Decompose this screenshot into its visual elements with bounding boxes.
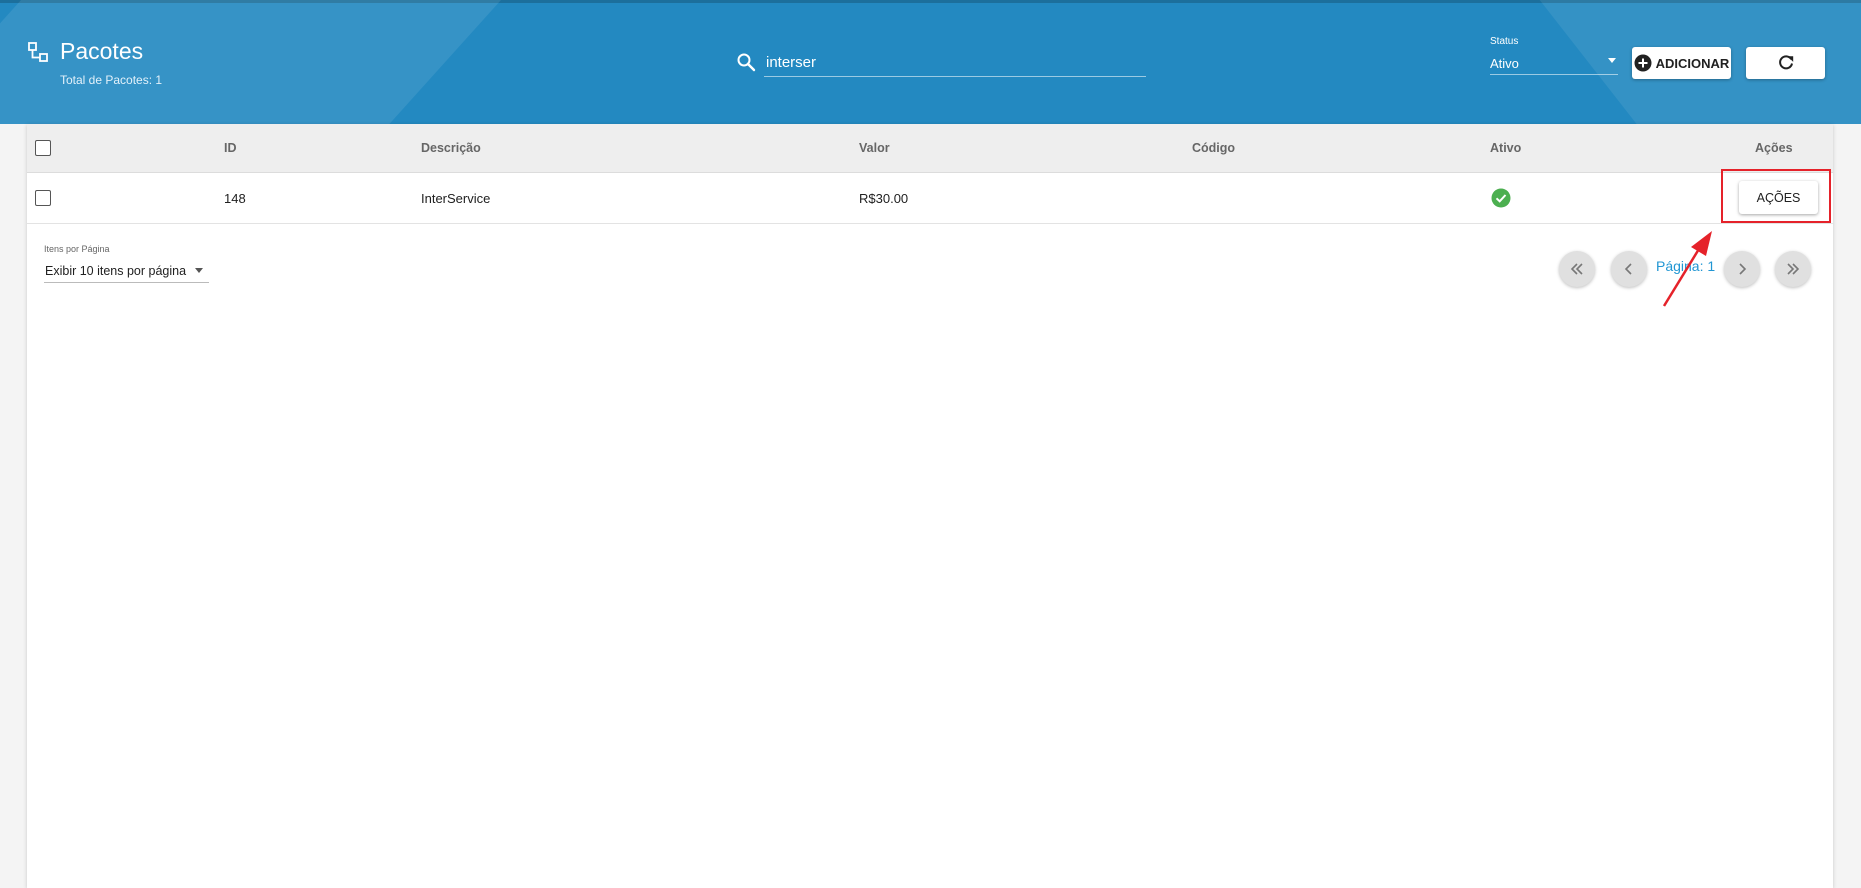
select-all-cell — [35, 124, 51, 172]
app-header: Pacotes Total de Pacotes: 1 Status Ativo… — [0, 0, 1861, 124]
chevron-down-icon — [195, 268, 203, 273]
table-row: 148 InterService R$30.00 AÇÕES — [27, 173, 1833, 224]
select-all-checkbox[interactable] — [35, 140, 51, 156]
search-input[interactable] — [764, 48, 1146, 77]
prev-page-icon — [1624, 263, 1632, 275]
refresh-icon — [1778, 55, 1793, 70]
column-header-codigo[interactable]: Código — [1192, 124, 1235, 172]
cell-ativo — [1491, 173, 1511, 223]
current-page-indicator: Página: 1 — [1656, 258, 1716, 274]
cell-valor: R$30.00 — [859, 190, 909, 206]
items-per-page-label: Itens por Página — [44, 244, 110, 254]
row-select-cell — [35, 173, 51, 223]
chevron-down-icon — [1608, 58, 1616, 63]
column-header-descricao[interactable]: Descrição — [421, 124, 481, 172]
add-circle-icon — [1634, 54, 1652, 72]
cell-descricao: InterService — [421, 190, 491, 206]
refresh-button[interactable] — [1746, 47, 1825, 79]
column-header-acoes: Ações — [1755, 141, 1793, 155]
packages-panel: ID Descrição Valor Código Ativo Ações 14… — [27, 124, 1833, 888]
table-header: ID Descrição Valor Código Ativo Ações — [27, 124, 1833, 173]
packages-total: Total de Pacotes: 1 — [60, 73, 163, 87]
cell-id: 148 — [224, 190, 246, 206]
column-header-valor[interactable]: Valor — [859, 124, 890, 172]
row-checkbox[interactable] — [35, 190, 51, 206]
check-circle-icon — [1491, 188, 1511, 208]
column-header-ativo[interactable]: Ativo — [1490, 124, 1521, 172]
next-page-icon — [1739, 263, 1747, 275]
last-page-button[interactable] — [1775, 251, 1811, 287]
add-package-label: ADICIONAR — [1655, 55, 1730, 71]
first-page-button[interactable] — [1559, 251, 1595, 287]
row-actions-button[interactable]: AÇÕES — [1739, 181, 1818, 214]
previous-page-button[interactable] — [1611, 251, 1647, 287]
first-page-icon — [1570, 263, 1583, 275]
search-icon — [737, 53, 756, 72]
packages-icon — [28, 42, 48, 62]
page-title: Pacotes — [60, 38, 144, 64]
last-page-icon — [1787, 263, 1800, 275]
status-filter-select[interactable]: Ativo — [1490, 52, 1618, 75]
items-per-page-value: Exibir 10 itens por página — [45, 264, 187, 278]
status-filter-label: Status — [1490, 36, 1519, 47]
next-page-button[interactable] — [1724, 251, 1760, 287]
column-header-id[interactable]: ID — [224, 124, 237, 172]
items-per-page-select[interactable]: Exibir 10 itens por página — [44, 260, 209, 283]
status-filter-value: Ativo — [1490, 56, 1519, 71]
add-package-button[interactable]: ADICIONAR — [1632, 47, 1731, 79]
